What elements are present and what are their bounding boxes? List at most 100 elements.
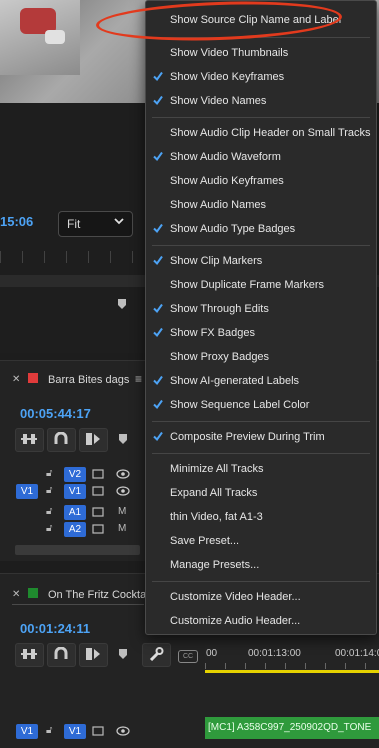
menu-item-preset-thin-video[interactable]: thin Video, fat A1-3 [146,507,376,529]
menu-item-save-preset[interactable]: Save Preset... [146,531,376,553]
source-patch-v1[interactable]: V1 [16,724,38,739]
menu-item-show-video-keyframes[interactable]: Show Video Keyframes [146,67,376,89]
menu-separator [152,245,370,246]
snap-button[interactable] [47,428,76,452]
ruler-label: 00:01:14:0 [335,648,379,659]
mute-icon[interactable]: M [118,506,126,517]
horizontal-scrollbar[interactable] [15,545,140,555]
wrench-icon [149,647,164,661]
sequence-label-color [28,373,38,383]
film-icon[interactable] [92,507,104,517]
timeline-ruler[interactable]: 00 00:01:13:00 00:01:14:0 [205,645,379,671]
tab-underline [12,604,144,605]
checkmark-icon [153,431,163,442]
track-target-a2[interactable]: A2 [64,522,86,537]
menu-separator [152,453,370,454]
insert-nest-button[interactable] [15,428,44,452]
nest-icon [21,434,37,444]
menu-item-show-through-edits[interactable]: Show Through Edits [146,299,376,321]
menu-item-show-audio-clip-header[interactable]: Show Audio Clip Header on Small Tracks [146,123,376,145]
menu-item-show-video-thumbnails[interactable]: Show Video Thumbnails [146,43,376,65]
menu-separator [152,117,370,118]
menu-item-show-video-names[interactable]: Show Video Names [146,91,376,113]
add-marker-icon[interactable] [118,433,128,445]
source-patch-v1[interactable]: V1 [16,484,38,499]
marker-icon[interactable] [117,298,127,310]
menu-item-composite-preview-during-trim[interactable]: Composite Preview During Trim [146,427,376,449]
film-icon[interactable] [92,524,104,534]
tab-sequence-2[interactable]: On The Fritz Cockta [48,589,146,601]
film-icon[interactable] [92,469,104,479]
track-target-v1[interactable]: V1 [64,724,86,739]
track-target-v1[interactable]: V1 [64,484,86,499]
tab-sequence-1[interactable]: Barra Bites dags [48,374,129,386]
film-icon[interactable] [92,726,104,736]
mute-icon[interactable]: M [118,523,126,534]
close-icon[interactable]: ✕ [12,589,20,600]
timeline-settings-button[interactable] [142,643,171,667]
zoom-dropdown-value: Fit [67,217,81,231]
checkmark-icon [153,327,163,338]
captions-icon[interactable]: CC [178,650,198,663]
linked-selection-icon [86,648,100,660]
panel-menu-icon[interactable]: ≡ [135,372,142,386]
program-timecode[interactable]: 15:06 [0,214,33,229]
insert-nest-button[interactable] [15,643,44,667]
menu-item-show-audio-type-badges[interactable]: Show Audio Type Badges [146,219,376,241]
work-area-bar[interactable] [205,670,379,673]
menu-item-customize-audio-header[interactable]: Customize Audio Header... [146,611,376,633]
menu-item-minimize-all-tracks[interactable]: Minimize All Tracks [146,459,376,481]
checkmark-icon [153,399,163,410]
snap-button[interactable] [47,643,76,667]
track-target-a1[interactable]: A1 [64,505,86,520]
menu-separator [152,421,370,422]
menu-separator [152,581,370,582]
sequence-label-color [28,588,38,598]
menu-item-show-proxy-badges[interactable]: Show Proxy Badges [146,347,376,369]
menu-item-show-fx-badges[interactable]: Show FX Badges [146,323,376,345]
menu-item-show-sequence-label-color[interactable]: Show Sequence Label Color [146,395,376,417]
checkmark-icon [153,255,163,266]
lock-icon[interactable]: 🔓︎ [46,468,52,479]
sequence-2-timecode[interactable]: 00:01:24:11 [20,621,90,636]
zoom-dropdown[interactable]: Fit [58,211,133,237]
timeline-clip[interactable]: [MC1] A358C997_250902QD_TONE [205,717,379,739]
linked-selection-button[interactable] [79,643,108,667]
menu-item-show-audio-keyframes[interactable]: Show Audio Keyframes [146,171,376,193]
menu-item-customize-video-header[interactable]: Customize Video Header... [146,587,376,609]
menu-item-show-ai-generated-labels[interactable]: Show AI-generated Labels [146,371,376,393]
checkmark-icon [153,223,163,234]
checkmark-icon [153,375,163,386]
checkmark-icon [153,151,163,162]
sequence-1-timecode[interactable]: 00:05:44:17 [20,406,91,421]
menu-item-show-clip-markers[interactable]: Show Clip Markers [146,251,376,273]
menu-item-show-duplicate-frame-markers[interactable]: Show Duplicate Frame Markers [146,275,376,297]
eye-icon[interactable] [116,469,130,479]
nest-icon [21,649,37,659]
eye-icon[interactable] [116,486,130,496]
checkmark-icon [153,71,163,82]
checkmark-icon [153,303,163,314]
linked-selection-icon [86,433,100,445]
lock-icon[interactable]: 🔓︎ [46,506,52,517]
lock-icon[interactable]: 🔓︎ [46,485,52,496]
timeline-display-settings-menu: Show Source Clip Name and Label Show Vid… [145,0,377,635]
checkmark-icon [153,95,163,106]
menu-item-show-audio-names[interactable]: Show Audio Names [146,195,376,217]
linked-selection-button[interactable] [79,428,108,452]
lock-icon[interactable]: 🔓︎ [46,725,52,736]
menu-item-manage-presets[interactable]: Manage Presets... [146,555,376,577]
track-target-v2[interactable]: V2 [64,467,86,482]
eye-icon[interactable] [116,726,130,736]
menu-item-show-audio-waveform[interactable]: Show Audio Waveform [146,147,376,169]
lock-icon[interactable]: 🔓︎ [46,523,52,534]
menu-item-expand-all-tracks[interactable]: Expand All Tracks [146,483,376,505]
close-icon[interactable]: ✕ [12,374,20,385]
ruler-label: 00 [206,648,218,659]
add-marker-icon[interactable] [118,648,128,660]
magnet-icon [54,432,68,444]
ruler-label: 00:01:13:00 [248,648,301,659]
preview-image-ribbon [45,30,65,44]
chevron-down-icon [114,218,124,225]
film-icon[interactable] [92,486,104,496]
